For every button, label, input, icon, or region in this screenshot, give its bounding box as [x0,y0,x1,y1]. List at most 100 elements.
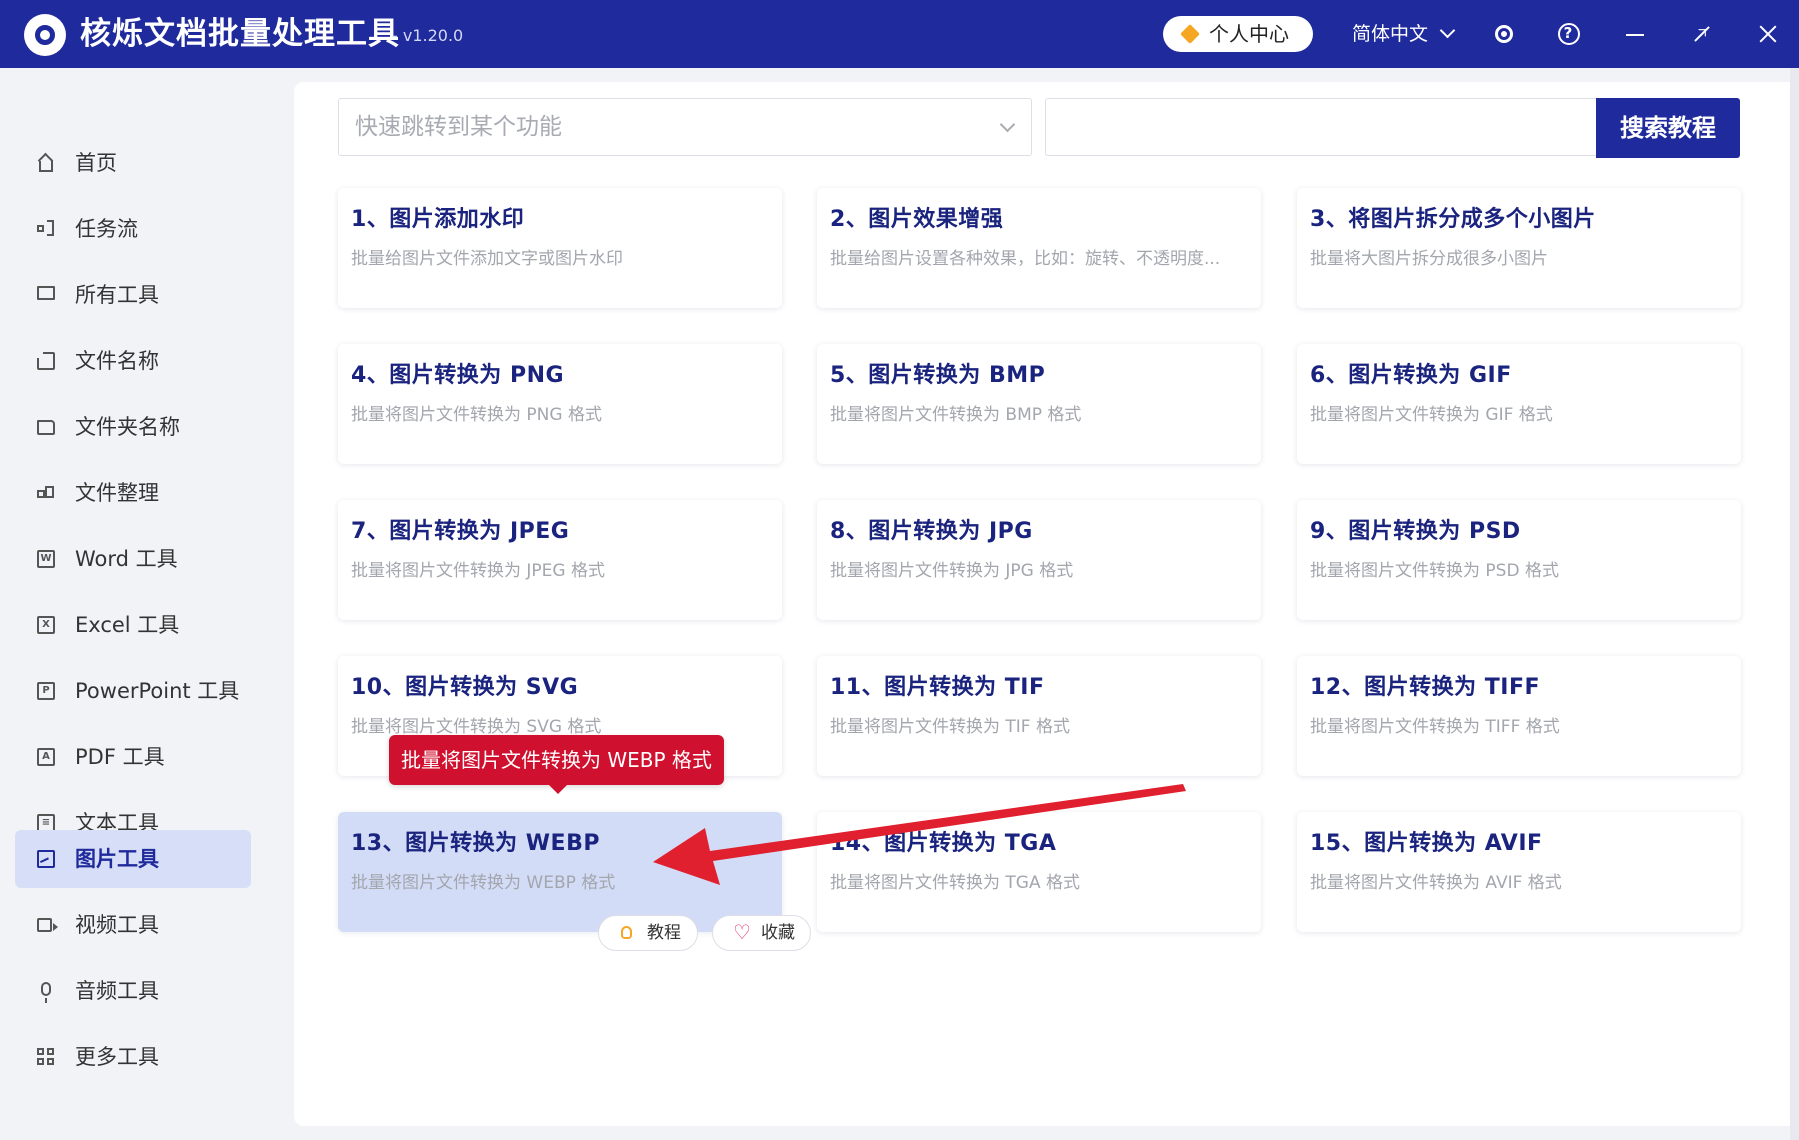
card-description: 批量将图片文件转换为 JPEG 格式 [351,561,605,581]
sidebar-item-label: 文件名称 [75,349,159,373]
card-title: 5、图片转换为 BMP [830,363,1046,388]
sidebar-item-excel-tools[interactable]: X Excel 工具 [15,596,251,654]
sidebar-item-label: 视频工具 [75,913,159,937]
tool-card-psd[interactable]: 9、图片转换为 PSD 批量将图片文件转换为 PSD 格式 [1297,500,1741,620]
tooltip-pointer [548,784,568,794]
sidebar-item-word-tools[interactable]: W Word 工具 [15,530,251,588]
app-version: - v1.20.0 [392,26,464,45]
chevron-down-icon [1439,22,1456,39]
sidebar-item-video-tools[interactable]: 视频工具 [15,896,251,954]
card-description: 批量将大图片拆分成很多小图片 [1310,249,1548,269]
sidebar-item-label: 更多工具 [75,1045,159,1069]
tool-card-tiff[interactable]: 12、图片转换为 TIFF 批量将图片文件转换为 TIFF 格式 [1297,656,1741,776]
pdf-icon: A [37,748,55,766]
window-edge-scrollbar[interactable] [1790,68,1799,1140]
tooltip: 批量将图片文件转换为 WEBP 格式 [389,735,724,785]
sidebar-item-label: 所有工具 [75,283,159,307]
card-tutorial-button[interactable]: 教程 [598,915,698,951]
tool-card-png[interactable]: 4、图片转换为 PNG 批量将图片文件转换为 PNG 格式 [338,344,782,464]
sidebar-item-more-tools[interactable]: 更多工具 [15,1028,251,1086]
card-title: 1、图片添加水印 [351,207,525,232]
card-title: 13、图片转换为 WEBP [351,831,600,856]
diamond-icon [1180,24,1200,44]
monitor-icon [37,286,55,300]
sidebar-item-audio-tools[interactable]: 音频工具 [15,962,251,1020]
word-icon: W [37,550,55,568]
sidebar-item-label: PowerPoint 工具 [75,679,240,703]
card-description: 批量给图片设置各种效果，比如：旋转、不透明度... [830,249,1221,269]
card-title: 2、图片效果增强 [830,207,1004,232]
user-center-button[interactable]: 个人中心 [1163,16,1313,52]
card-description: 批量将图片文件转换为 AVIF 格式 [1310,873,1562,893]
tool-card-effects[interactable]: 2、图片效果增强 批量给图片设置各种效果，比如：旋转、不透明度... [817,188,1261,308]
tool-card-avif[interactable]: 15、图片转换为 AVIF 批量将图片文件转换为 AVIF 格式 [1297,812,1741,932]
minimize-icon[interactable] [1624,22,1648,46]
home-icon [37,154,55,172]
sidebar-item-folder-name[interactable]: 文件夹名称 [15,398,251,456]
card-description: 批量将图片文件转换为 WEBP 格式 [351,873,616,893]
card-description: 批量将图片文件转换为 PNG 格式 [351,405,602,425]
tool-card-watermark[interactable]: 1、图片添加水印 批量给图片文件添加文字或图片水印 [338,188,782,308]
file-copy-icon [37,352,55,370]
heart-icon [733,915,751,949]
help-glyph: ? [1563,24,1573,42]
title-bar: 核烁文档批量处理工具 - v1.20.0 个人中心 简体中文 ? [0,0,1799,68]
card-description: 批量将图片文件转换为 JPG 格式 [830,561,1074,581]
card-title: 15、图片转换为 AVIF [1310,831,1543,856]
sidebar-item-file-name[interactable]: 文件名称 [15,332,251,390]
tool-card-split[interactable]: 3、将图片拆分成多个小图片 批量将大图片拆分成很多小图片 [1297,188,1741,308]
sidebar-item-all-tools[interactable]: 所有工具 [15,266,251,324]
sidebar-item-workflow[interactable]: 任务流 [15,200,251,258]
tool-card-bmp[interactable]: 5、图片转换为 BMP 批量将图片文件转换为 BMP 格式 [817,344,1261,464]
sidebar-item-label: Word 工具 [75,547,178,571]
help-icon[interactable]: ? [1557,22,1581,46]
app-window: 核烁文档批量处理工具 - v1.20.0 个人中心 简体中文 ? 首页 任务流 … [0,0,1799,1140]
tool-card-jpeg[interactable]: 7、图片转换为 JPEG 批量将图片文件转换为 JPEG 格式 [338,500,782,620]
card-title: 10、图片转换为 SVG [351,675,579,700]
card-title: 9、图片转换为 PSD [1310,519,1521,544]
sidebar-item-powerpoint-tools[interactable]: P PowerPoint 工具 [15,662,251,720]
sidebar-item-image-tools[interactable]: 图片工具 [15,830,251,888]
workflow-icon [37,220,55,238]
card-description: 批量给图片文件添加文字或图片水印 [351,249,623,269]
card-description: 批量将图片文件转换为 GIF 格式 [1310,405,1553,425]
favorite-label: 收藏 [761,923,795,943]
lightbulb-icon [621,926,632,939]
tool-card-jpg[interactable]: 8、图片转换为 JPG 批量将图片文件转换为 JPG 格式 [817,500,1261,620]
sidebar-item-label: 文件整理 [75,481,159,505]
card-title: 6、图片转换为 GIF [1310,363,1512,388]
quick-jump-placeholder: 快速跳转到某个功能 [355,114,562,140]
tutorial-search-input[interactable] [1045,98,1597,156]
card-description: 批量将图片文件转换为 PSD 格式 [1310,561,1559,581]
card-description: 批量将图片文件转换为 TIFF 格式 [1310,717,1560,737]
tool-card-gif[interactable]: 6、图片转换为 GIF 批量将图片文件转换为 GIF 格式 [1297,344,1741,464]
sidebar-item-pdf-tools[interactable]: A PDF 工具 [15,728,251,786]
maximize-icon[interactable] [1691,22,1715,46]
sidebar-item-label: 文件夹名称 [75,415,180,439]
tool-card-tif[interactable]: 11、图片转换为 TIF 批量将图片文件转换为 TIF 格式 [817,656,1261,776]
card-title: 3、将图片拆分成多个小图片 [1310,207,1596,232]
close-icon[interactable] [1756,22,1780,46]
card-title: 4、图片转换为 PNG [351,363,565,388]
card-title: 8、图片转换为 JPG [830,519,1033,544]
tool-card-tga[interactable]: 14、图片转换为 TGA 批量将图片文件转换为 TGA 格式 [817,812,1261,932]
sidebar-item-label: 图片工具 [75,847,159,871]
excel-icon: X [37,616,55,634]
sidebar-item-label: Excel 工具 [75,613,180,637]
settings-gear-icon[interactable] [1492,22,1516,46]
search-tutorial-button[interactable]: 搜索教程 [1596,98,1740,158]
card-title: 14、图片转换为 TGA [830,831,1057,856]
microphone-icon [41,982,51,1003]
card-favorite-button[interactable]: 收藏 [712,915,811,951]
card-title: 11、图片转换为 TIF [830,675,1045,700]
sidebar-item-label: 首页 [75,151,117,175]
organize-icon [37,484,55,502]
language-selector[interactable]: 简体中文 [1352,22,1456,46]
quick-jump-select[interactable]: 快速跳转到某个功能 [338,98,1032,156]
user-center-label: 个人中心 [1209,22,1289,46]
sidebar-item-home[interactable]: 首页 [15,134,251,192]
sidebar-item-file-organize[interactable]: 文件整理 [15,464,251,522]
sidebar-item-label: 音频工具 [75,979,159,1003]
tool-card-webp[interactable]: 13、图片转换为 WEBP 批量将图片文件转换为 WEBP 格式 [338,812,782,932]
card-title: 7、图片转换为 JPEG [351,519,570,544]
